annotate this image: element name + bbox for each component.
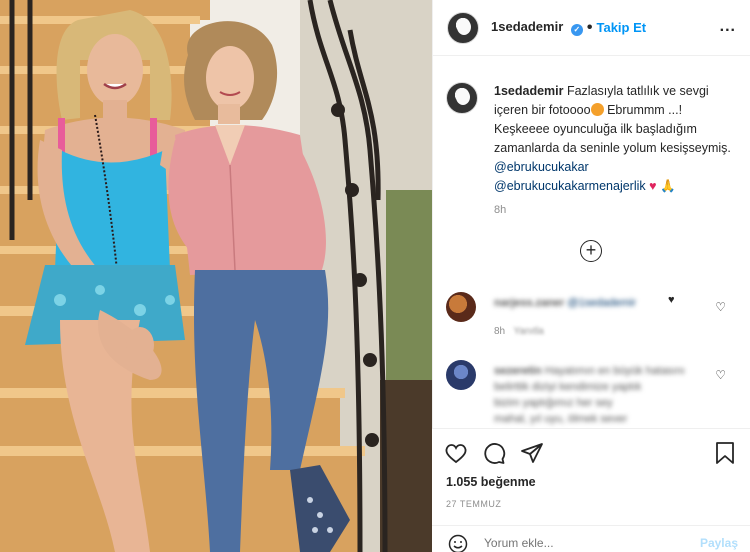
username[interactable]: 1sedademir ✓	[491, 19, 583, 36]
post-actions: 1.055 beğenme 27 TEMMUZ Paylaş	[432, 428, 750, 552]
post-caption: 1sedademir Fazlasıyla tatlılık ve sevgi …	[446, 82, 736, 196]
verified-icon: ✓	[570, 24, 583, 36]
comment-username[interactable]: sezeretin	[494, 365, 542, 377]
comment-input[interactable]	[484, 536, 684, 550]
comment-avatar[interactable]	[446, 360, 476, 390]
bookmark-icon[interactable]	[714, 441, 736, 470]
caption-avatar[interactable]	[446, 82, 478, 114]
comment-text-line-3: mahal, yıl uyu, ölmek sever	[494, 413, 628, 425]
share-icon[interactable]	[520, 441, 544, 470]
mention-link[interactable]: @ebrukucukakarmenajerlik	[494, 179, 646, 193]
more-icon[interactable]: ...	[720, 18, 736, 36]
caption-username[interactable]: 1sedademir	[494, 84, 563, 98]
comment-username[interactable]: narjess.zaner	[494, 297, 564, 309]
black-heart-emoji-icon: ♥	[668, 294, 675, 306]
comment-mention[interactable]: @1sedademir	[567, 297, 636, 309]
comment-like-icon[interactable]: ♡	[715, 368, 726, 382]
comment-like-icon[interactable]: ♡	[715, 300, 726, 314]
post-header: 1sedademir ✓ • Takip Et ...	[433, 0, 750, 56]
post-photo[interactable]	[0, 0, 432, 552]
blush-emoji-icon	[590, 103, 604, 116]
load-more-icon[interactable]: +	[580, 240, 602, 262]
caption-time: 8h	[494, 204, 507, 216]
heart-emoji-icon: ♥	[649, 179, 657, 193]
avatar[interactable]	[447, 11, 479, 44]
reply-link[interactable]: Yanıtla	[513, 326, 543, 337]
comment-time: 8h	[494, 326, 506, 337]
heart-icon[interactable]	[444, 441, 468, 470]
comment-bar: Paylaş	[432, 525, 750, 552]
likes-count[interactable]: 1.055 beğenme	[446, 475, 536, 489]
post-date: 27 TEMMUZ	[446, 499, 502, 509]
mention-link[interactable]: @ebrukucukakar	[494, 160, 589, 174]
comment-icon[interactable]	[482, 441, 506, 470]
pray-emoji-icon: 🙏	[660, 179, 676, 193]
comment-text-line-2: bizim yaptığımız her sey	[494, 397, 613, 409]
smile-icon[interactable]	[448, 534, 468, 552]
post-comment-button[interactable]: Paylaş	[700, 536, 738, 550]
comment-avatar[interactable]	[446, 292, 476, 322]
separator-dot: •	[586, 18, 593, 36]
follow-button[interactable]: Takip Et	[597, 20, 647, 35]
